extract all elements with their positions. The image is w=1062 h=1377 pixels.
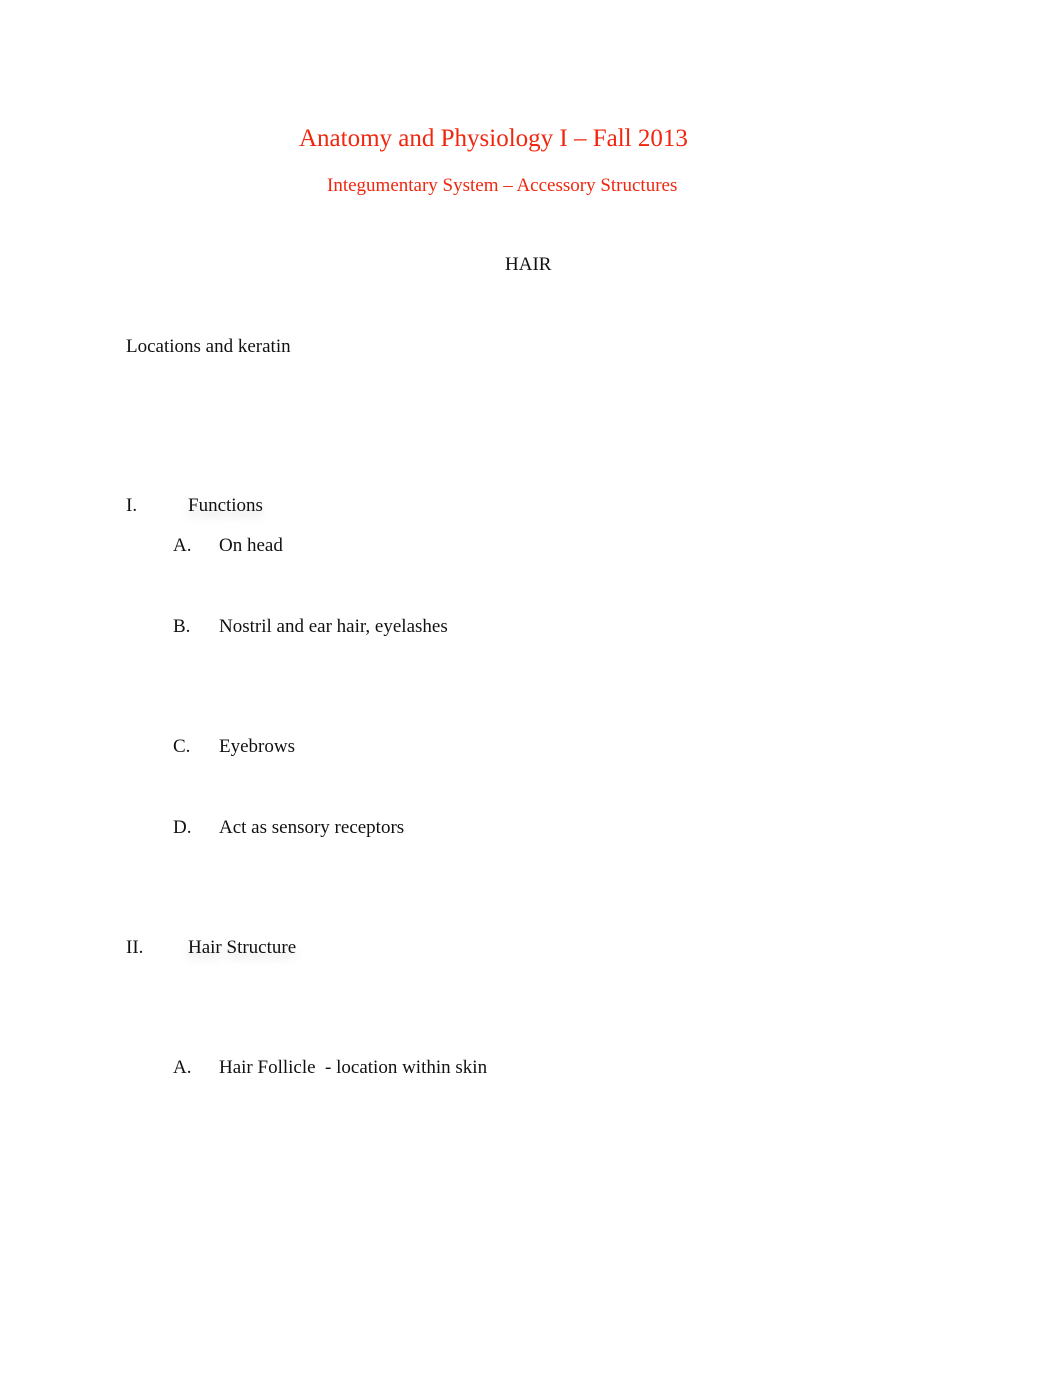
section-number: II.: [126, 937, 144, 958]
list-item: On head: [219, 535, 283, 556]
list-item: Act as sensory receptors: [219, 817, 405, 838]
document-subtitle: Integumentary System – Accessory Structu…: [327, 175, 678, 196]
section-number: I.: [126, 495, 138, 516]
section-heading: Hair Structure: [188, 937, 297, 958]
intro-text: Locations and keratin: [126, 336, 291, 357]
item-letter: C.: [173, 736, 191, 757]
item-letter: D.: [173, 817, 192, 838]
item-letter: A.: [173, 535, 192, 556]
list-item: Hair Follicle - location within skin: [219, 1057, 488, 1078]
section-heading: Functions: [188, 495, 263, 516]
list-item: Nostril and ear hair, eyelashes: [219, 616, 448, 637]
item-letter: B.: [173, 616, 191, 637]
document-title: Anatomy and Physiology I – Fall 2013: [299, 125, 688, 152]
item-letter: A.: [173, 1057, 192, 1078]
section-title: HAIR: [505, 254, 552, 275]
list-item: Eyebrows: [219, 736, 295, 757]
